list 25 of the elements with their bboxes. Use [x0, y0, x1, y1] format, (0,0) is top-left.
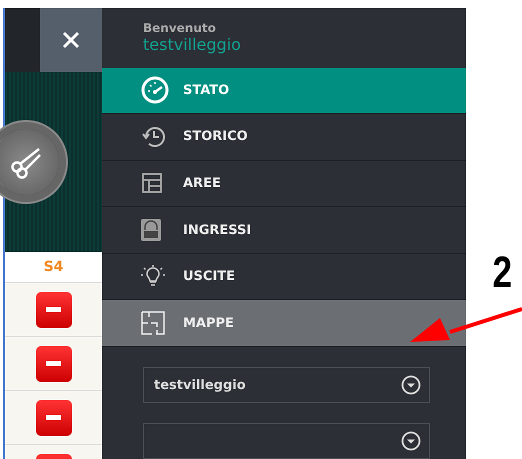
scissors-button[interactable] [0, 129, 59, 195]
username-label: testvilleggio [143, 35, 242, 54]
menu-item[interactable]: STORICO [102, 114, 466, 161]
layout-icon [141, 172, 163, 194]
padlock-icon [141, 219, 161, 242]
dropdown-field[interactable] [143, 423, 430, 459]
remove-button[interactable] [36, 346, 72, 382]
menu-item[interactable]: STATO [102, 68, 466, 114]
dropdown-icon [401, 431, 421, 451]
menu-item[interactable]: MAPPE [102, 300, 466, 347]
menu-item[interactable]: INGRESSI [102, 207, 466, 254]
menu-item[interactable]: AREE [102, 160, 466, 208]
dropdown-icon [401, 375, 421, 395]
dropdown-field[interactable]: testvilleggio [143, 367, 430, 403]
gauge-icon [141, 76, 169, 104]
remove-button[interactable] [36, 400, 72, 436]
floor-plan-icon [141, 311, 165, 336]
lightbulb-icon [141, 264, 165, 289]
scissors-icon [9, 145, 43, 179]
close-button[interactable] [40, 8, 102, 72]
dropdown-value: testvilleggio [154, 378, 246, 392]
annotation-number: 2 [492, 248, 512, 298]
remove-button[interactable] [36, 292, 72, 328]
close-icon [62, 31, 80, 49]
greeting-label: Benvenuto [143, 21, 217, 36]
